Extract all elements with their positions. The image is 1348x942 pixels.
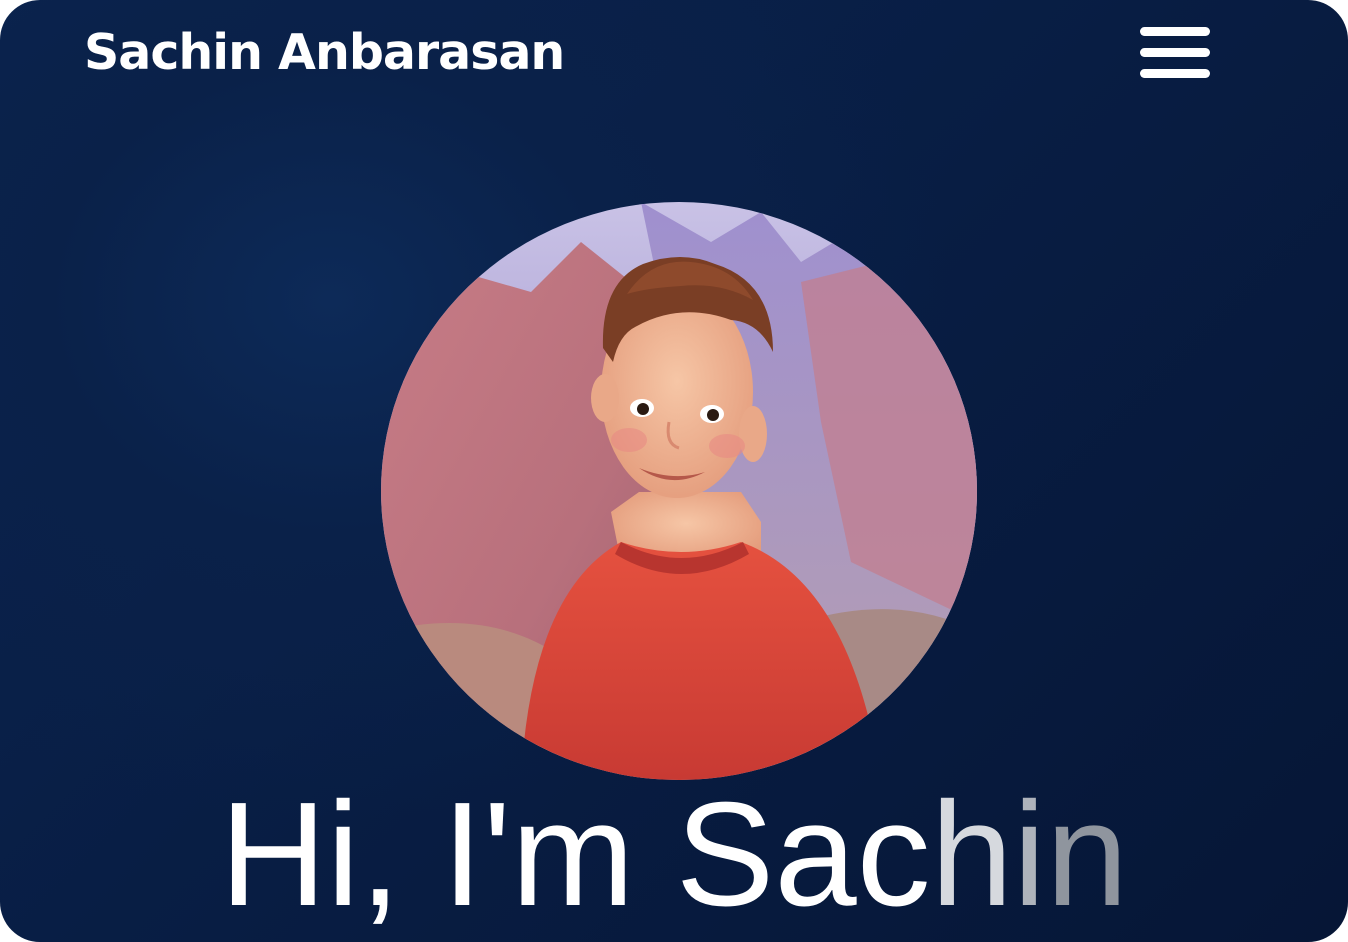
headline-letter-h: h (930, 772, 1013, 937)
site-brand-name[interactable]: Sachin Anbarasan (84, 18, 565, 88)
menu-bar-top (1140, 27, 1210, 36)
menu-bar-middle (1140, 48, 1210, 57)
avatar-illustration (381, 202, 977, 780)
profile-avatar-image (381, 202, 977, 780)
page-frame: Sachin Anbarasan Hi, I'm Sachin (0, 0, 1348, 942)
menu-bar-bottom (1140, 69, 1210, 78)
headline-letter-n: n (1045, 772, 1129, 937)
hamburger-menu-icon[interactable] (1136, 22, 1214, 82)
headline-letter-i: i (1012, 772, 1046, 937)
hero-headline: Hi, I'm Sachin (0, 770, 1348, 940)
headline-lead: Hi, I'm Sac (219, 772, 931, 937)
